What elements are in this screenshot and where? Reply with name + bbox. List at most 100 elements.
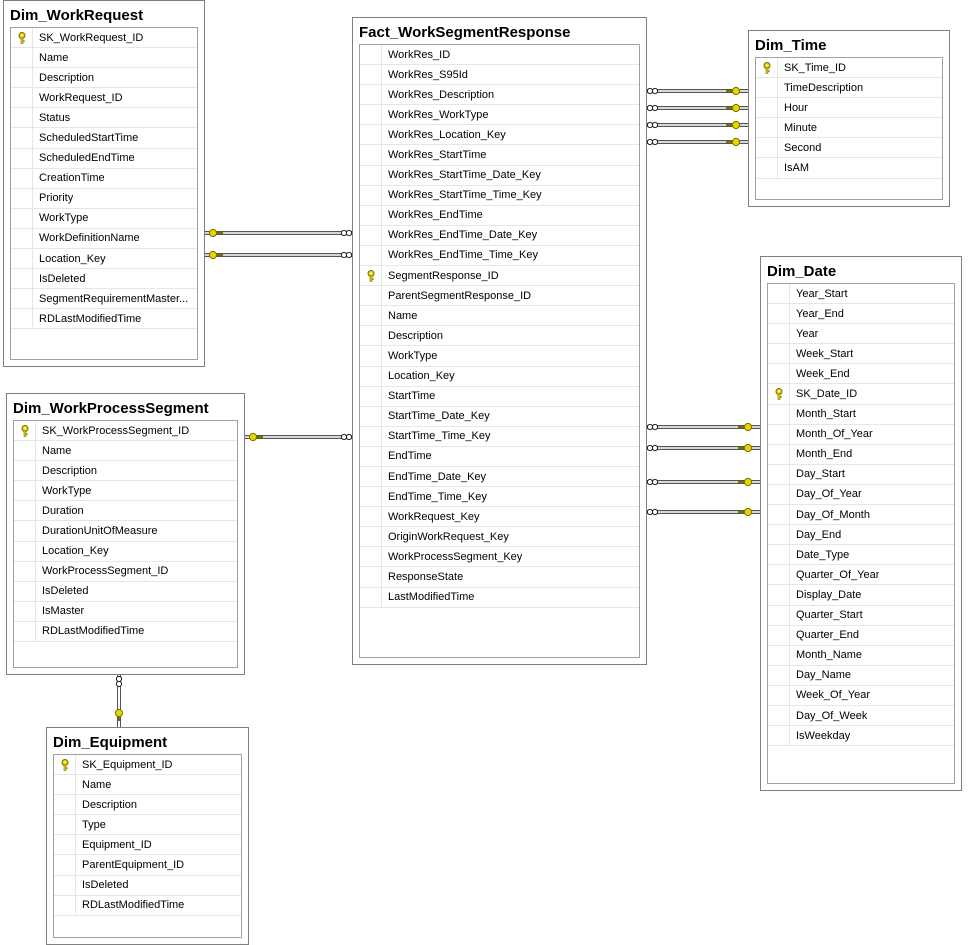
column-row[interactable]: WorkRes_S95Id xyxy=(360,65,639,86)
relationship-line[interactable] xyxy=(646,477,760,487)
column-row[interactable]: WorkRequest_ID xyxy=(11,88,197,109)
column-row[interactable]: OriginWorkRequest_Key xyxy=(360,527,639,548)
column-row[interactable]: WorkRes_StartTime_Date_Key xyxy=(360,165,639,186)
relationship-line[interactable] xyxy=(646,120,748,130)
column-row[interactable]: Description xyxy=(11,68,197,89)
column-row[interactable]: WorkProcessSegment_ID xyxy=(14,561,237,582)
column-row[interactable]: SK_WorkProcessSegment_ID xyxy=(14,421,237,442)
column-row[interactable]: StartTime_Date_Key xyxy=(360,406,639,427)
column-row[interactable]: IsDeleted xyxy=(11,269,197,290)
column-row[interactable]: Week_End xyxy=(768,364,954,385)
column-row[interactable]: Month_Start xyxy=(768,404,954,425)
column-row[interactable]: WorkType xyxy=(11,208,197,229)
column-row[interactable]: Day_Start xyxy=(768,464,954,485)
relationship-line[interactable] xyxy=(205,228,353,238)
column-row[interactable]: WorkRequest_Key xyxy=(360,507,639,528)
column-row[interactable]: WorkDefinitionName xyxy=(11,228,197,250)
table-dim-date[interactable]: Dim_Date Year_Start Year_End Year Week_Star… xyxy=(760,256,962,791)
column-row[interactable]: Description xyxy=(14,461,237,482)
column-row[interactable]: Status xyxy=(11,108,197,129)
column-row[interactable]: CreationTime xyxy=(11,168,197,189)
column-row[interactable]: Day_Of_Month xyxy=(768,505,954,526)
column-row[interactable]: Month_Of_Year xyxy=(768,424,954,445)
relationship-line[interactable] xyxy=(245,432,353,442)
column-row[interactable]: Location_Key xyxy=(11,249,197,270)
column-row[interactable]: Minute xyxy=(756,118,942,139)
column-row[interactable]: Duration xyxy=(14,501,237,522)
table-title[interactable]: Dim_Date xyxy=(761,257,961,283)
column-row[interactable]: WorkProcessSegment_Key xyxy=(360,547,639,568)
column-row[interactable]: Hour xyxy=(756,98,942,119)
column-row[interactable]: Week_Of_Year xyxy=(768,685,954,706)
column-row[interactable]: Day_End xyxy=(768,525,954,546)
relationship-line[interactable] xyxy=(646,443,760,453)
relationship-line[interactable] xyxy=(646,507,760,517)
table-title[interactable]: Dim_Equipment xyxy=(47,728,248,754)
column-row[interactable]: IsWeekday xyxy=(768,726,954,747)
column-row[interactable]: WorkRes_Location_Key xyxy=(360,125,639,146)
column-row[interactable]: Description xyxy=(54,795,241,816)
column-row[interactable]: LastModifiedTime xyxy=(360,587,639,608)
column-row[interactable]: WorkRes_ID xyxy=(360,45,639,66)
column-row[interactable]: StartTime_Time_Key xyxy=(360,426,639,447)
column-row[interactable]: IsMaster xyxy=(14,601,237,622)
table-fact-worksegmentresponse[interactable]: Fact_WorkSegmentResponse WorkRes_ID WorkR… xyxy=(352,17,647,665)
relationship-line[interactable] xyxy=(646,86,748,96)
column-row[interactable]: Day_Name xyxy=(768,665,954,686)
column-row[interactable]: Equipment_ID xyxy=(54,835,241,856)
relationship-line[interactable] xyxy=(205,250,353,260)
column-row[interactable]: Name xyxy=(14,441,237,462)
column-row[interactable]: ScheduledEndTime xyxy=(11,148,197,169)
column-row[interactable]: Second xyxy=(756,138,942,159)
column-row[interactable]: SegmentRequirementMaster... xyxy=(11,289,197,310)
column-row[interactable]: Quarter_Of_Year xyxy=(768,565,954,586)
column-row[interactable]: EndTime xyxy=(360,446,639,467)
column-row[interactable]: Day_Of_Year xyxy=(768,484,954,506)
column-row[interactable]: RDLastModifiedTime xyxy=(14,621,237,643)
column-row[interactable]: Week_Start xyxy=(768,344,954,365)
column-row[interactable]: Location_Key xyxy=(14,541,237,562)
column-row[interactable]: WorkRes_EndTime xyxy=(360,205,639,226)
column-row[interactable]: WorkRes_StartTime_Time_Key xyxy=(360,185,639,206)
column-row[interactable]: Year_End xyxy=(768,304,954,325)
column-row[interactable]: Quarter_Start xyxy=(768,605,954,626)
column-row[interactable]: SK_Time_ID xyxy=(756,58,942,79)
column-row[interactable]: WorkRes_Description xyxy=(360,85,639,106)
table-dim-equipment[interactable]: Dim_Equipment SK_Equipment_ID Name Descrip… xyxy=(46,727,249,945)
column-row[interactable]: Description xyxy=(360,326,639,347)
column-row[interactable]: WorkRes_StartTime xyxy=(360,145,639,166)
table-title[interactable]: Fact_WorkSegmentResponse xyxy=(353,18,646,44)
table-dim-time[interactable]: Dim_Time SK_Time_ID TimeDescription Hour Mi… xyxy=(748,30,950,207)
relationship-line[interactable] xyxy=(114,675,124,727)
column-row[interactable]: EndTime_Date_Key xyxy=(360,466,639,488)
column-row[interactable]: Name xyxy=(11,48,197,69)
relationship-line[interactable] xyxy=(646,422,760,432)
table-dim-workprocesssegment[interactable]: Dim_WorkProcessSegment SK_WorkProcessSeg… xyxy=(6,393,245,675)
column-row[interactable]: WorkRes_EndTime_Date_Key xyxy=(360,225,639,246)
column-row[interactable]: DurationUnitOfMeasure xyxy=(14,521,237,542)
column-row[interactable]: Year xyxy=(768,324,954,345)
column-row[interactable]: Priority xyxy=(11,188,197,209)
column-row[interactable]: StartTime xyxy=(360,386,639,407)
column-row[interactable]: SK_Equipment_ID xyxy=(54,755,241,776)
column-row[interactable]: IsDeleted xyxy=(54,875,241,896)
column-row[interactable]: Date_Type xyxy=(768,545,954,566)
column-row[interactable]: Month_End xyxy=(768,444,954,465)
column-row[interactable]: SK_Date_ID xyxy=(768,384,954,405)
column-row[interactable]: WorkRes_EndTime_Time_Key xyxy=(360,245,639,267)
column-row[interactable]: EndTime_Time_Key xyxy=(360,487,639,508)
column-row[interactable]: WorkRes_WorkType xyxy=(360,105,639,126)
column-row[interactable]: SegmentResponse_ID xyxy=(360,266,639,287)
column-row[interactable]: RDLastModifiedTime xyxy=(11,309,197,330)
column-row[interactable]: Location_Key xyxy=(360,366,639,387)
column-row[interactable]: ParentEquipment_ID xyxy=(54,855,241,876)
column-row[interactable]: IsAM xyxy=(756,158,942,179)
column-row[interactable]: TimeDescription xyxy=(756,78,942,99)
column-row[interactable]: ResponseState xyxy=(360,567,639,588)
column-row[interactable]: SK_WorkRequest_ID xyxy=(11,28,197,49)
column-row[interactable]: Day_Of_Week xyxy=(768,705,954,727)
column-row[interactable]: RDLastModifiedTime xyxy=(54,895,241,916)
column-row[interactable]: Type xyxy=(54,815,241,836)
column-row[interactable]: WorkType xyxy=(360,346,639,367)
column-row[interactable]: Name xyxy=(54,775,241,796)
